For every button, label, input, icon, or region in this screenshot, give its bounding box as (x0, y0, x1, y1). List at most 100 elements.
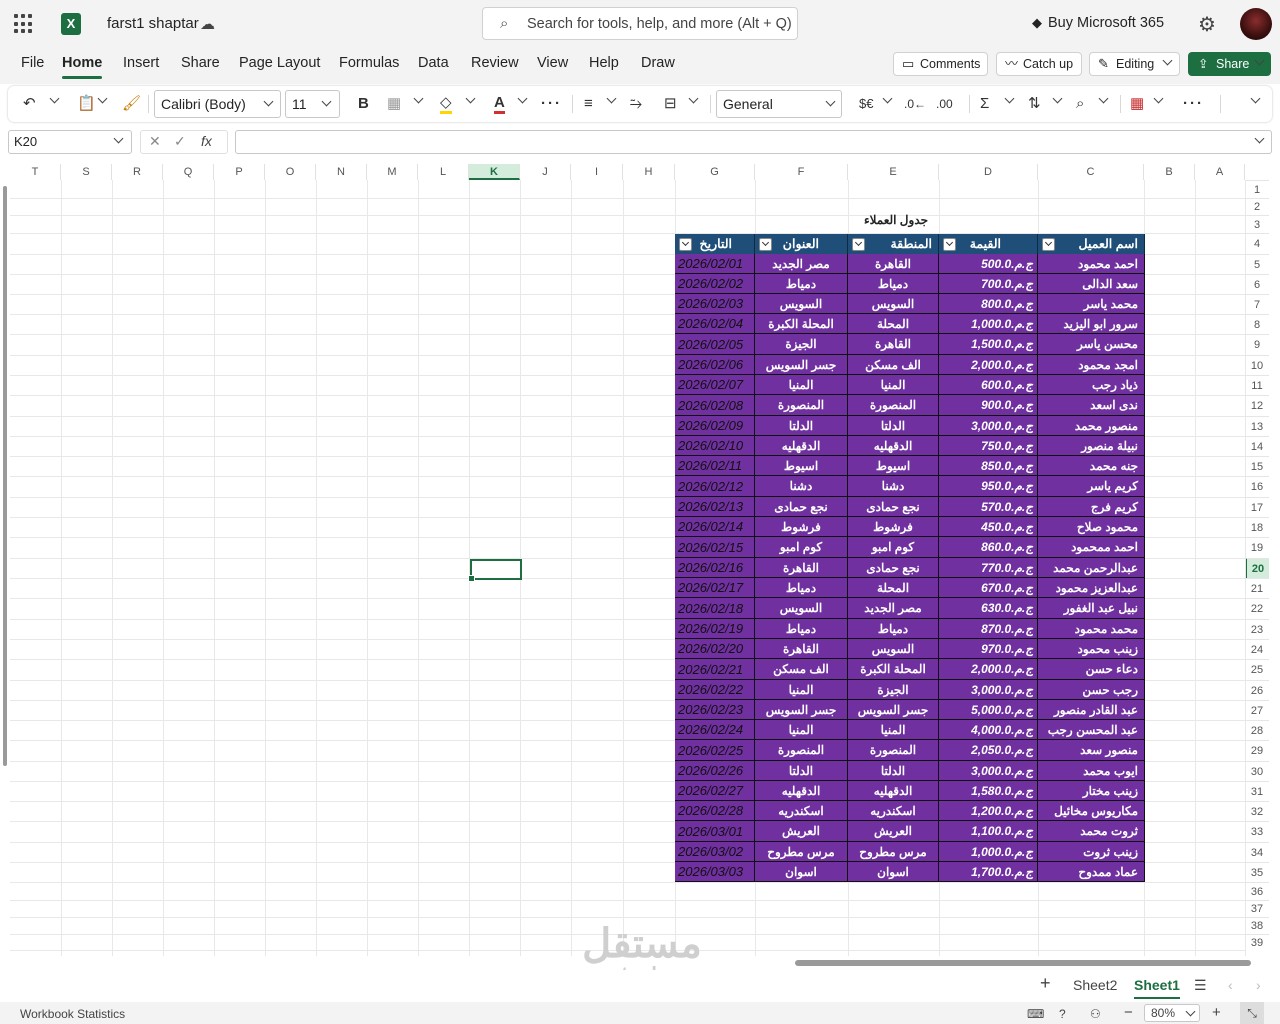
cell-address[interactable]: القاهرة (755, 558, 848, 578)
merge-cells-icon[interactable]: ⊟ (664, 94, 677, 114)
cell-date[interactable]: 2026/02/26 (675, 761, 755, 781)
filter-dropdown-icon[interactable] (1042, 238, 1055, 251)
all-sheets-menu-icon[interactable]: ☰ (1194, 977, 1207, 994)
cell-value[interactable]: ج.م.970.0 (939, 639, 1038, 659)
cell-region[interactable]: الدقهليه (848, 781, 939, 801)
font-color-icon[interactable]: A (494, 94, 505, 114)
cell-date[interactable]: 2026/02/16 (675, 558, 755, 578)
chevron-down-icon[interactable] (884, 98, 892, 106)
cell-region[interactable]: نجع حمادى (848, 558, 939, 578)
cell-region[interactable]: اسوان (848, 862, 939, 882)
tab-share[interactable]: Share (181, 55, 220, 71)
chevron-down-icon[interactable] (467, 98, 475, 106)
confirm-icon[interactable]: ✓ (174, 133, 186, 150)
cell-date[interactable]: 2026/02/20 (675, 639, 755, 659)
formula-input[interactable] (235, 130, 1272, 154)
expand-ribbon-icon[interactable] (1252, 98, 1260, 106)
cell-date[interactable]: 2026/02/22 (675, 680, 755, 700)
cell-date[interactable]: 2026/02/10 (675, 436, 755, 456)
tab-home[interactable]: Home (62, 55, 103, 79)
cell-customer-name[interactable]: سرور ابو اليزيد (1038, 314, 1145, 334)
cell-region[interactable]: السويس (848, 639, 939, 659)
cell-value[interactable]: ج.م.3,000.0 (939, 761, 1038, 781)
column-header-n[interactable]: N (316, 164, 367, 180)
tab-data[interactable]: Data (418, 55, 449, 71)
cell-address[interactable]: اسوان (755, 862, 848, 882)
cell-address[interactable]: المنصورة (755, 740, 848, 761)
row-header-34[interactable]: 34 (1245, 842, 1269, 862)
cell-value[interactable]: ج.م.2,000.0 (939, 659, 1038, 680)
chevron-down-icon[interactable] (1006, 98, 1014, 106)
format-painter-icon[interactable]: 🖌 (122, 94, 141, 114)
row-header-29[interactable]: 29 (1245, 740, 1269, 761)
header-address[interactable]: العنوان (755, 234, 848, 254)
row-header-31[interactable]: 31 (1245, 781, 1269, 801)
cell-date[interactable]: 2026/02/01 (675, 254, 755, 274)
cell-address[interactable]: السويس (755, 598, 848, 619)
find-icon[interactable]: ⌕ (1076, 94, 1084, 114)
cell-region[interactable]: المنيا (848, 720, 939, 740)
column-header-k[interactable]: K (469, 164, 520, 180)
chevron-down-icon[interactable] (1054, 98, 1062, 106)
tab-insert[interactable]: Insert (123, 55, 159, 71)
row-header-25[interactable]: 25 (1245, 659, 1269, 680)
cell-value[interactable]: ج.م.1,000.0 (939, 314, 1038, 334)
share-button[interactable]: ⇪ Share (1188, 52, 1271, 76)
column-header-g[interactable]: G (675, 164, 755, 180)
column-header-o[interactable]: O (265, 164, 316, 180)
name-box[interactable]: K20 (8, 130, 132, 154)
cell-customer-name[interactable]: كريم فرج (1038, 497, 1145, 517)
filter-dropdown-icon[interactable] (943, 238, 956, 251)
workbook-statistics-link[interactable]: Workbook Statistics (20, 1007, 125, 1021)
cell-region[interactable]: المنصورة (848, 395, 939, 416)
row-header-26[interactable]: 26 (1245, 680, 1269, 700)
cell-value[interactable]: ج.م.800.0 (939, 294, 1038, 314)
tab-file[interactable]: File (21, 55, 44, 71)
cell-date[interactable]: 2026/02/02 (675, 274, 755, 294)
row-header-28[interactable]: 28 (1245, 720, 1269, 740)
cell-value[interactable]: ج.م.3,000.0 (939, 416, 1038, 436)
column-header-e[interactable]: E (848, 164, 939, 180)
cell-date[interactable]: 2026/02/12 (675, 476, 755, 497)
cell-date[interactable]: 2026/02/11 (675, 456, 755, 476)
sheet-tab-active[interactable]: Sheet1 (1134, 977, 1180, 999)
cell-value[interactable]: ج.م.670.0 (939, 578, 1038, 598)
sheet-tab[interactable]: Sheet2 (1073, 977, 1117, 993)
cell-customer-name[interactable]: ندى اسعد (1038, 395, 1145, 416)
column-header-m[interactable]: M (367, 164, 418, 180)
cell-address[interactable]: دمياط (755, 619, 848, 639)
row-header-38[interactable]: 38 (1245, 917, 1269, 934)
column-header-r[interactable]: R (112, 164, 163, 180)
cell-customer-name[interactable]: محمد ياسر (1038, 294, 1145, 314)
cell-customer-name[interactable]: مكاريوس مخائيل (1038, 801, 1145, 821)
cell-region[interactable]: مرس مطروح (848, 842, 939, 862)
chevron-down-icon[interactable] (99, 98, 107, 106)
zoom-select[interactable]: 80% (1144, 1004, 1200, 1022)
row-header-24[interactable]: 24 (1245, 639, 1269, 659)
cell-date[interactable]: 2026/02/15 (675, 537, 755, 558)
cell-value[interactable]: ج.م.1,000.0 (939, 842, 1038, 862)
cell-customer-name[interactable]: عبدالرحمن محمد (1038, 558, 1145, 578)
bold-icon[interactable]: B (358, 94, 369, 114)
fill-color-icon[interactable]: ◇ (440, 94, 452, 114)
cell-customer-name[interactable]: محمود صلاح (1038, 517, 1145, 537)
cell-customer-name[interactable]: محمد محمود (1038, 619, 1145, 639)
header-date[interactable]: التاريخ (675, 234, 755, 254)
cell-customer-name[interactable]: احمد محمود (1038, 254, 1145, 274)
cell-value[interactable]: ج.م.5,000.0 (939, 700, 1038, 720)
font-size-select[interactable]: 11 (285, 90, 340, 118)
cell-customer-name[interactable]: ثروت محمد (1038, 821, 1145, 842)
cell-date[interactable]: 2026/02/28 (675, 801, 755, 821)
cell-address[interactable]: السويس (755, 294, 848, 314)
cell-value[interactable]: ج.م.630.0 (939, 598, 1038, 619)
row-header-5[interactable]: 5 (1245, 254, 1269, 274)
cell-address[interactable]: دمياط (755, 578, 848, 598)
cell-date[interactable]: 2026/02/04 (675, 314, 755, 334)
header-customer-name[interactable]: اسم العميل (1038, 234, 1145, 254)
zoom-in-icon[interactable]: + (1212, 1004, 1221, 1021)
filter-dropdown-icon[interactable] (852, 238, 865, 251)
cell-customer-name[interactable]: كريم ياسر (1038, 476, 1145, 497)
cancel-icon[interactable]: ✕ (149, 133, 161, 150)
spreadsheet-grid[interactable]: TSRQPONMLKJIHGFEDCBA 1 2 3 4 5 6 7 8 9 10 11 12 13 14… (0, 156, 1280, 966)
cell-date[interactable]: 2026/02/07 (675, 375, 755, 395)
